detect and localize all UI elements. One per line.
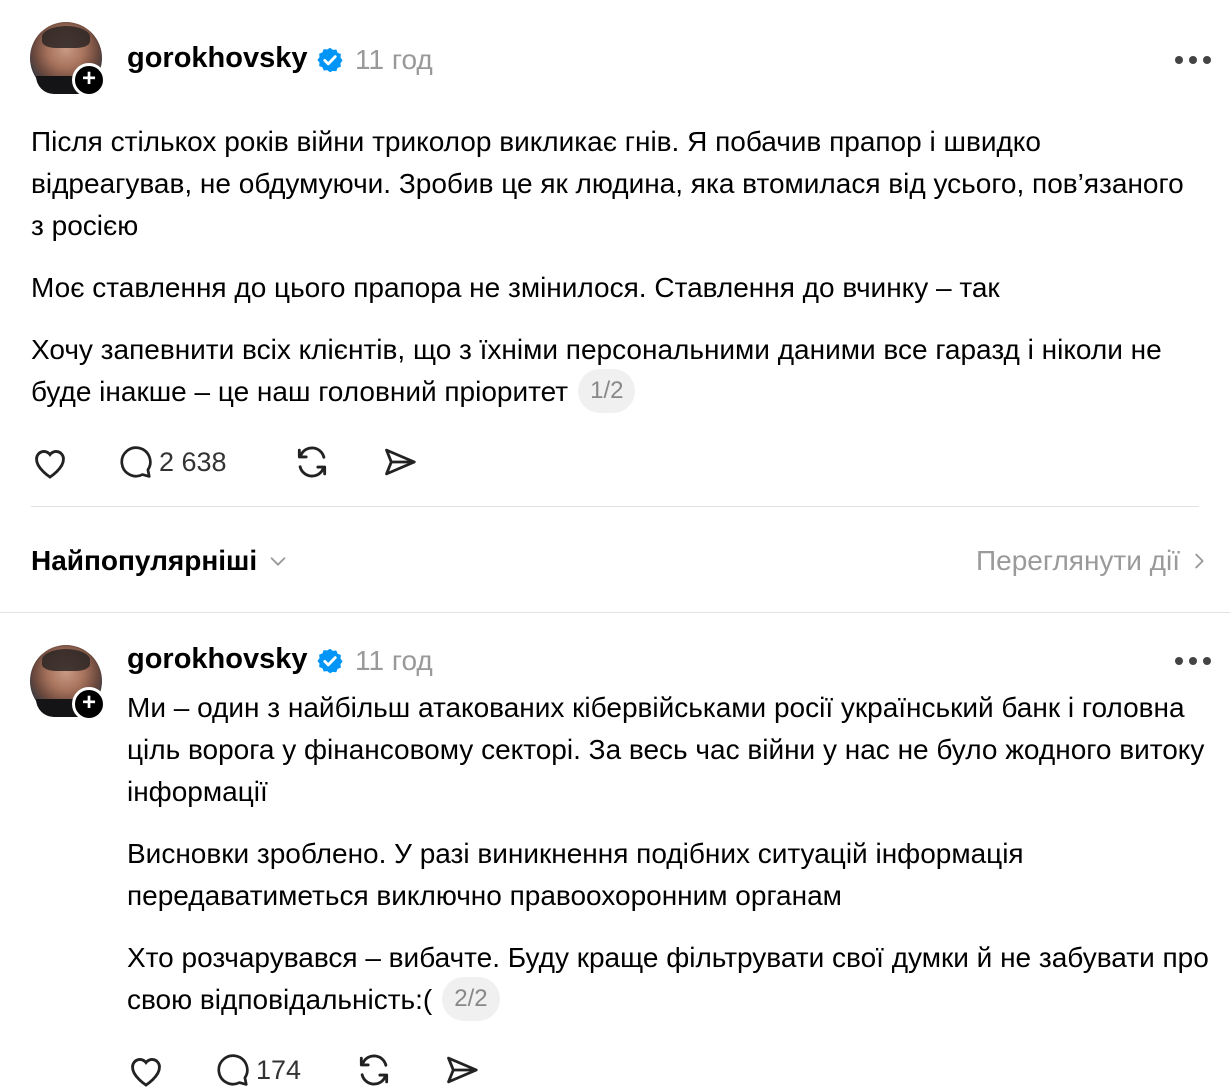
divider (31, 506, 1199, 507)
post-paragraph: Хочу запевнити всіх клієнтів, що з їхнім… (31, 329, 1191, 416)
post-paragraph-text: Хто розчарувався – вибачте. Буду краще ф… (127, 942, 1209, 1015)
sort-label: Найпопулярніші (31, 545, 258, 576)
verified-badge-icon (317, 648, 343, 674)
view-activity-link[interactable]: Переглянути дії (976, 543, 1210, 579)
thread-counter-badge: 2/2 (442, 976, 500, 1021)
post-paragraph: Після стількох років війни триколор викл… (31, 126, 1184, 241)
timestamp[interactable]: 11 год (355, 42, 433, 78)
view-activity-label: Переглянути дії (976, 545, 1180, 576)
post-paragraph: Ми – один з найбільш атакованих кібервій… (127, 692, 1205, 807)
post-paragraph: Висновки зроблено. У разі виникнення под… (127, 838, 1024, 911)
send-icon (385, 448, 416, 476)
post-paragraph: Хто розчарувався – вибачте. Буду краще ф… (127, 937, 1217, 1024)
chevron-down-icon (270, 557, 286, 566)
username[interactable]: gorokhovsky (127, 641, 308, 677)
timestamp[interactable]: 11 год (355, 643, 433, 679)
share-button[interactable] (381, 442, 419, 482)
more-options-icon[interactable] (1175, 656, 1211, 666)
share-button[interactable] (443, 1050, 481, 1090)
post-body: Ми – один з найбільш атакованих кібервій… (127, 687, 1217, 1044)
post-paragraph: Моє ставлення до цього прапора не змінил… (31, 272, 1000, 303)
heart-icon (35, 450, 65, 479)
reply-count: 2 638 (159, 446, 227, 477)
heart-icon (131, 1058, 161, 1087)
chevron-right-icon (1195, 553, 1204, 569)
sort-dropdown[interactable]: Найпопулярніші (31, 543, 289, 579)
comment-bubble-icon (217, 1054, 249, 1086)
repost-button[interactable] (355, 1050, 393, 1090)
repost-button[interactable] (293, 442, 331, 482)
follow-plus-icon[interactable]: + (72, 63, 106, 97)
repost-icon (297, 446, 327, 478)
post-body: Після стількох років війни триколор викл… (31, 121, 1191, 436)
send-icon (447, 1056, 478, 1084)
repost-icon (359, 1054, 389, 1086)
verified-badge-icon (317, 47, 343, 73)
reply-button[interactable]: 174 (214, 1050, 301, 1090)
reply-count: 174 (256, 1054, 302, 1085)
like-button[interactable] (127, 1050, 165, 1090)
reply-button[interactable]: 2 638 (117, 442, 227, 482)
divider (0, 612, 1230, 613)
like-button[interactable] (31, 442, 69, 482)
thread-counter-badge: 1/2 (578, 368, 636, 413)
comment-bubble-icon (120, 446, 152, 478)
follow-plus-icon[interactable]: + (72, 687, 106, 721)
username[interactable]: gorokhovsky (127, 40, 308, 76)
more-options-icon[interactable] (1175, 55, 1211, 65)
